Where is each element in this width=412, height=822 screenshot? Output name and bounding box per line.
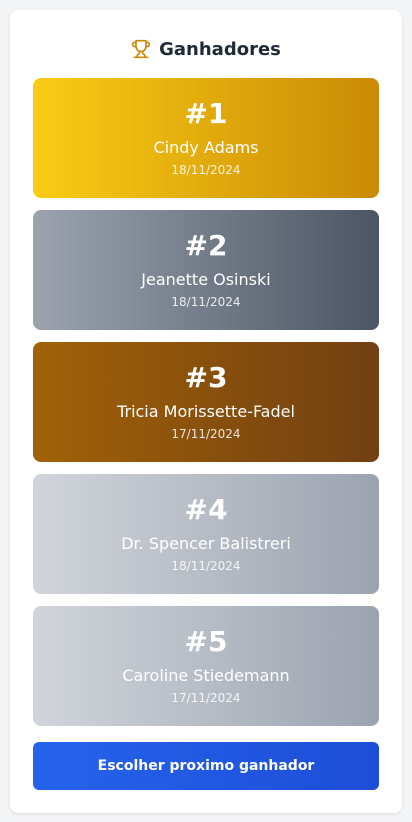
winner-name: Caroline Stiedemann [122,666,290,685]
winner-card-3: #3 Tricia Morissette-Fadel 17/11/2024 [33,342,379,462]
winner-date: 18/11/2024 [171,559,241,573]
winner-rank: #2 [184,229,228,262]
winner-card-5: #5 Caroline Stiedemann 17/11/2024 [33,606,379,726]
winner-card-4: #4 Dr. Spencer Balistreri 18/11/2024 [33,474,379,594]
winner-name: Jeanette Osinski [141,270,271,289]
winner-rank: #1 [184,97,228,130]
winner-rank: #5 [184,625,228,658]
winner-card-1: #1 Cindy Adams 18/11/2024 [33,78,379,198]
winner-name: Tricia Morissette-Fadel [117,402,295,421]
header: Ganhadores [10,37,402,61]
winner-card-2: #2 Jeanette Osinski 18/11/2024 [33,210,379,330]
choose-next-winner-button[interactable]: Escolher proximo ganhador [33,742,379,790]
winner-date: 18/11/2024 [171,163,241,177]
winners-card: Ganhadores #1 Cindy Adams 18/11/2024 #2 … [10,10,402,813]
page-title: Ganhadores [159,38,281,60]
winner-date: 18/11/2024 [171,295,241,309]
winner-rank: #3 [184,361,228,394]
trophy-icon [131,39,151,59]
winner-rank: #4 [184,493,228,526]
winner-date: 17/11/2024 [171,691,241,705]
winner-name: Cindy Adams [153,138,259,157]
winner-date: 17/11/2024 [171,427,241,441]
winner-name: Dr. Spencer Balistreri [121,534,291,553]
